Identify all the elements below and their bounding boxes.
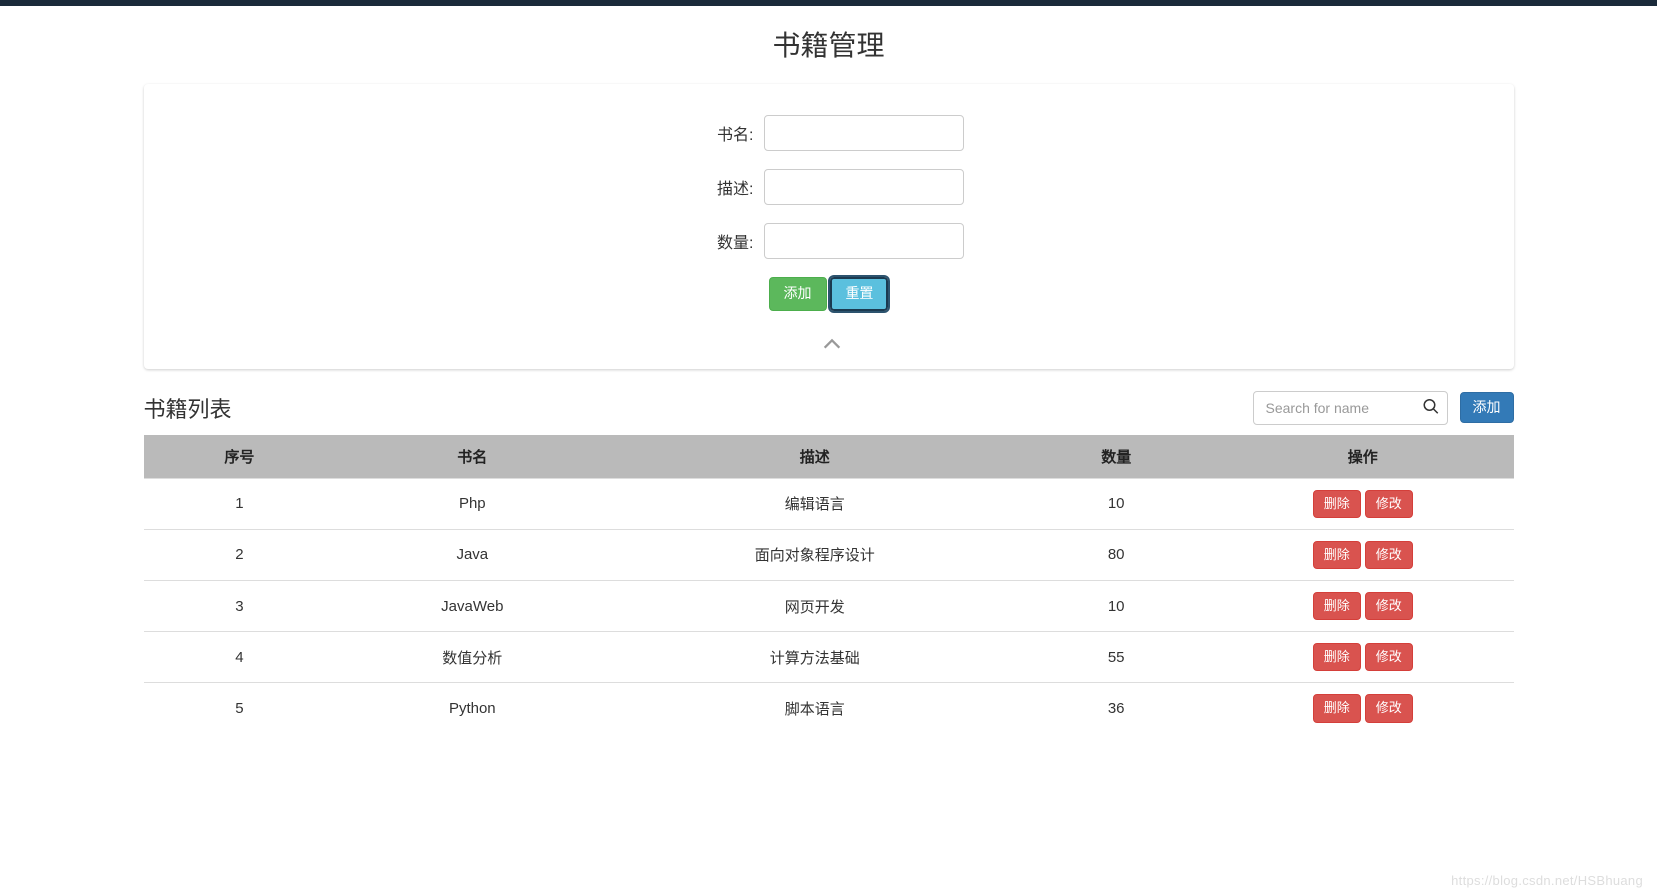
- cell-index: 2: [144, 529, 336, 580]
- cell-qty: 36: [1020, 683, 1212, 734]
- form-group-desc: 描述:: [529, 169, 1129, 205]
- cell-desc: 面向对象程序设计: [609, 529, 1020, 580]
- cell-actions: 删除修改: [1212, 683, 1513, 734]
- edit-button[interactable]: 修改: [1365, 592, 1413, 620]
- book-form-panel: 书名: 描述: 数量: 添加 重置: [144, 84, 1514, 369]
- cell-actions: 删除修改: [1212, 529, 1513, 580]
- cell-name: Python: [335, 683, 609, 734]
- cell-qty: 80: [1020, 529, 1212, 580]
- cell-name: 数值分析: [335, 632, 609, 683]
- cell-actions: 删除修改: [1212, 478, 1513, 529]
- qty-label: 数量:: [694, 229, 754, 253]
- cell-index: 5: [144, 683, 336, 734]
- table-row: 3JavaWeb网页开发10删除修改: [144, 580, 1514, 631]
- search-input[interactable]: [1253, 391, 1448, 425]
- cell-actions: 删除修改: [1212, 632, 1513, 683]
- cell-index: 1: [144, 478, 336, 529]
- col-header-actions: 操作: [1212, 435, 1513, 479]
- edit-button[interactable]: 修改: [1365, 694, 1413, 722]
- col-header-desc: 描述: [609, 435, 1020, 479]
- form-group-qty: 数量:: [529, 223, 1129, 259]
- cell-desc: 脚本语言: [609, 683, 1020, 734]
- delete-button[interactable]: 删除: [1313, 694, 1361, 722]
- cell-qty: 10: [1020, 580, 1212, 631]
- table-row: 2Java面向对象程序设计80删除修改: [144, 529, 1514, 580]
- delete-button[interactable]: 删除: [1313, 541, 1361, 569]
- cell-qty: 55: [1020, 632, 1212, 683]
- cell-desc: 计算方法基础: [609, 632, 1020, 683]
- collapse-toggle[interactable]: [165, 325, 1493, 358]
- top-banner: [0, 0, 1657, 6]
- cell-index: 4: [144, 632, 336, 683]
- list-add-button[interactable]: 添加: [1460, 392, 1514, 424]
- edit-button[interactable]: 修改: [1365, 490, 1413, 518]
- page-title: 书籍管理: [144, 24, 1514, 64]
- qty-input[interactable]: [764, 223, 964, 259]
- form-group-name: 书名:: [529, 115, 1129, 151]
- cell-desc: 网页开发: [609, 580, 1020, 631]
- reset-button[interactable]: 重置: [830, 277, 888, 311]
- table-header-row: 序号 书名 描述 数量 操作: [144, 435, 1514, 479]
- delete-button[interactable]: 删除: [1313, 490, 1361, 518]
- cell-qty: 10: [1020, 478, 1212, 529]
- book-table: 序号 书名 描述 数量 操作 1Php编辑语言10删除修改2Java面向对象程序…: [144, 435, 1514, 734]
- cell-index: 3: [144, 580, 336, 631]
- name-input[interactable]: [764, 115, 964, 151]
- delete-button[interactable]: 删除: [1313, 643, 1361, 671]
- table-row: 4数值分析计算方法基础55删除修改: [144, 632, 1514, 683]
- table-row: 1Php编辑语言10删除修改: [144, 478, 1514, 529]
- list-title: 书籍列表: [144, 392, 232, 424]
- name-label: 书名:: [694, 121, 754, 145]
- cell-name: Java: [335, 529, 609, 580]
- table-row: 5Python脚本语言36删除修改: [144, 683, 1514, 734]
- col-header-qty: 数量: [1020, 435, 1212, 479]
- add-button[interactable]: 添加: [769, 277, 827, 311]
- search-icon[interactable]: [1422, 397, 1440, 418]
- delete-button[interactable]: 删除: [1313, 592, 1361, 620]
- edit-button[interactable]: 修改: [1365, 541, 1413, 569]
- desc-input[interactable]: [764, 169, 964, 205]
- cell-name: JavaWeb: [335, 580, 609, 631]
- col-header-index: 序号: [144, 435, 336, 479]
- col-header-name: 书名: [335, 435, 609, 479]
- cell-name: Php: [335, 478, 609, 529]
- desc-label: 描述:: [694, 175, 754, 199]
- watermark-text: https://blog.csdn.net/HSBhuang: [1451, 873, 1643, 888]
- cell-desc: 编辑语言: [609, 478, 1020, 529]
- edit-button[interactable]: 修改: [1365, 643, 1413, 671]
- cell-actions: 删除修改: [1212, 580, 1513, 631]
- chevron-up-icon: [821, 333, 837, 349]
